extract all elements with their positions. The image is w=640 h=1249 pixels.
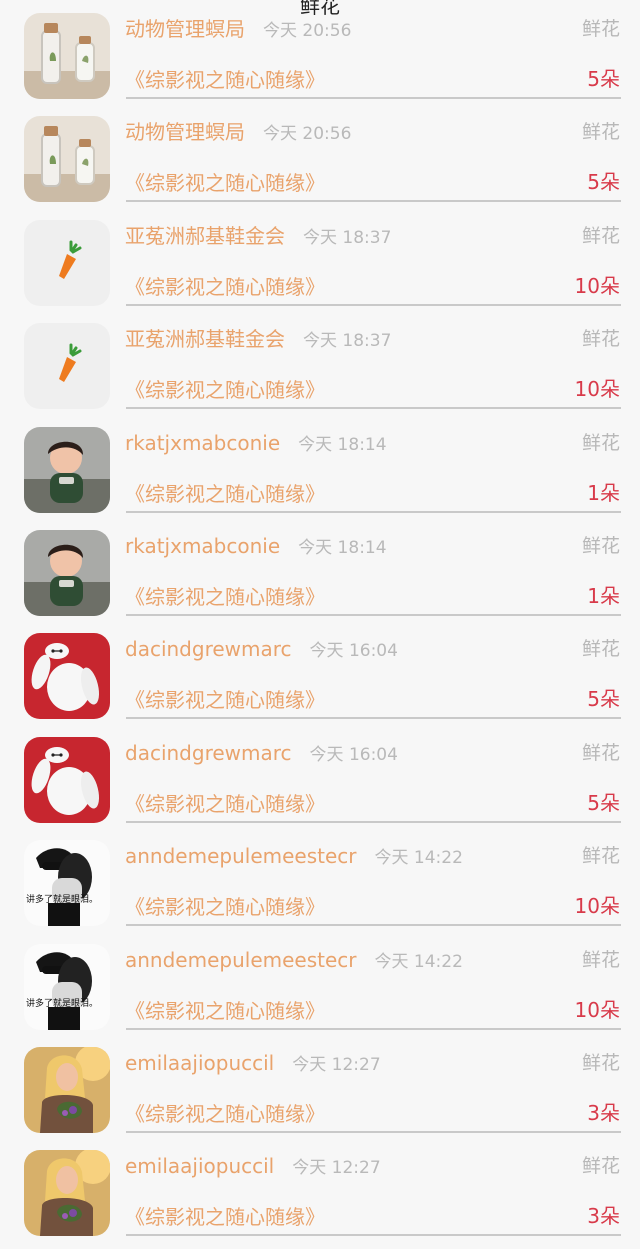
divider xyxy=(126,820,621,823)
gift-type: 鲜花 xyxy=(581,224,620,247)
time-label: 今天 18:37 xyxy=(303,331,392,352)
gift-type: 鲜花 xyxy=(581,741,620,764)
gift-type: 鲜花 xyxy=(581,845,620,868)
gift-type: 鲜花 xyxy=(581,121,620,144)
list-item[interactable]: 讲多了就是眼泪。 anndemepulemeestecr 今天 14:22 鲜花 … xyxy=(0,939,640,1042)
flower-count: 1朵 xyxy=(587,480,620,505)
list-item[interactable]: 亚菟洲郝基鞋金会 今天 18:37 鲜花 《综影视之随心随缘》 10朵 xyxy=(0,215,640,318)
kid-avatar xyxy=(24,426,110,513)
list-item[interactable]: 亚菟洲郝基鞋金会 今天 18:37 鲜花 《综影视之随心随缘》 10朵 xyxy=(0,318,640,421)
gift-type: 鲜花 xyxy=(581,534,620,557)
divider xyxy=(126,1027,621,1030)
gift-type: 鲜花 xyxy=(581,1155,620,1178)
flower-count: 5朵 xyxy=(587,170,620,195)
list-item[interactable]: dacindgrewmarc 今天 16:04 鲜花 《综影视之随心随缘》 5朵 xyxy=(0,628,640,731)
divider xyxy=(126,717,621,720)
divider xyxy=(126,200,621,203)
list-item[interactable]: rkatjxmabconie 今天 18:14 鲜花 《综影视之随心随缘》 1朵 xyxy=(0,422,640,525)
flower-count: 3朵 xyxy=(587,1204,620,1229)
divider xyxy=(126,924,621,927)
blonde-avatar xyxy=(24,1046,110,1133)
time-label: 今天 12:27 xyxy=(292,1158,381,1179)
book-title: 《综影视之随心随缘》 xyxy=(125,481,325,506)
gift-type: 鲜花 xyxy=(581,18,620,40)
list-item[interactable]: dacindgrewmarc 今天 16:04 鲜花 《综影视之随心随缘》 5朵 xyxy=(0,732,640,835)
mono-avatar: 讲多了就是眼泪。 xyxy=(24,840,110,927)
time-label: 今天 20:56 xyxy=(263,124,352,145)
carrot-avatar xyxy=(24,323,110,410)
kid-avatar xyxy=(24,529,110,616)
baymax-avatar xyxy=(24,633,110,720)
list-item[interactable]: emilaajiopuccil 今天 12:27 鲜花 《综影视之随心随缘》 3朵 xyxy=(0,1042,640,1145)
time-label: 今天 14:22 xyxy=(374,951,463,972)
user-name: anndemepulemeestecr 今天 14:22 xyxy=(125,947,463,972)
baymax-avatar xyxy=(24,736,110,823)
user-name: 动物管理螟局 今天 20:56 xyxy=(125,17,352,41)
user-name: emilaajiopuccil 今天 12:27 xyxy=(125,1050,381,1075)
gift-type: 鲜花 xyxy=(581,328,620,351)
divider xyxy=(126,1234,621,1237)
flower-count: 1朵 xyxy=(587,583,620,608)
book-title: 《综影视之随心随缘》 xyxy=(125,1205,325,1230)
user-name: 动物管理螟局 今天 20:56 xyxy=(125,120,352,145)
mono-avatar: 讲多了就是眼泪。 xyxy=(24,943,110,1030)
user-name: rkatjxmabconie 今天 18:14 xyxy=(125,430,387,455)
user-name: dacindgrewmarc 今天 16:04 xyxy=(125,740,398,765)
book-title: 《综影视之随心随缘》 xyxy=(125,171,325,196)
user-name: 亚菟洲郝基鞋金会 今天 18:37 xyxy=(125,223,392,248)
book-title: 《综影视之随心随缘》 xyxy=(125,274,325,299)
divider xyxy=(126,407,621,410)
flower-count: 10朵 xyxy=(574,894,620,919)
time-label: 今天 20:56 xyxy=(263,21,352,41)
gift-type: 鲜花 xyxy=(581,1051,620,1074)
jar-avatar xyxy=(24,13,110,99)
reward-list: 动物管理螟局 今天 20:56 鲜花 《综影视之随心随缘》 5朵 动物管理螟局 今天… xyxy=(0,8,640,1249)
flower-count: 10朵 xyxy=(574,273,620,298)
divider xyxy=(126,1130,621,1133)
jar-avatar xyxy=(24,116,110,203)
gift-type: 鲜花 xyxy=(581,431,620,454)
book-title: 《综影视之随心随缘》 xyxy=(125,895,325,920)
book-title: 《综影视之随心随缘》 xyxy=(125,68,325,92)
flower-count: 5朵 xyxy=(587,790,620,815)
user-name: 亚菟洲郝基鞋金会 今天 18:37 xyxy=(125,327,392,352)
user-name: dacindgrewmarc 今天 16:04 xyxy=(125,637,398,662)
flower-count: 10朵 xyxy=(574,377,620,402)
list-item[interactable]: 动物管理螟局 今天 20:56 鲜花 《综影视之随心随缘》 5朵 xyxy=(0,8,640,111)
divider xyxy=(126,97,621,99)
book-title: 《综影视之随心随缘》 xyxy=(125,1101,325,1126)
blonde-avatar xyxy=(24,1150,110,1237)
divider xyxy=(126,510,621,513)
time-label: 今天 12:27 xyxy=(292,1054,381,1075)
list-item[interactable]: rkatjxmabconie 今天 18:14 鲜花 《综影视之随心随缘》 1朵 xyxy=(0,525,640,628)
flower-count: 5朵 xyxy=(587,67,620,91)
svg-text:讲多了就是眼泪。: 讲多了就是眼泪。 xyxy=(26,893,98,905)
gift-type: 鲜花 xyxy=(581,638,620,661)
svg-text:讲多了就是眼泪。: 讲多了就是眼泪。 xyxy=(26,997,98,1009)
divider xyxy=(126,613,621,616)
user-name: emilaajiopuccil 今天 12:27 xyxy=(125,1154,381,1179)
list-item[interactable]: 动物管理螟局 今天 20:56 鲜花 《综影视之随心随缘》 5朵 xyxy=(0,111,640,214)
book-title: 《综影视之随心随缘》 xyxy=(125,688,325,713)
book-title: 《综影视之随心随缘》 xyxy=(125,791,325,816)
book-title: 《综影视之随心随缘》 xyxy=(125,378,325,403)
list-item[interactable]: 讲多了就是眼泪。 anndemepulemeestecr 今天 14:22 鲜花 … xyxy=(0,835,640,938)
time-label: 今天 16:04 xyxy=(309,744,398,765)
flower-count: 5朵 xyxy=(587,687,620,712)
user-name: rkatjxmabconie 今天 18:14 xyxy=(125,533,387,558)
flower-count: 3朵 xyxy=(587,1100,620,1125)
book-title: 《综影视之随心随缘》 xyxy=(125,998,325,1023)
user-name: anndemepulemeestecr 今天 14:22 xyxy=(125,844,463,869)
time-label: 今天 16:04 xyxy=(309,641,398,662)
list-item[interactable]: emilaajiopuccil 今天 12:27 鲜花 《综影视之随心随缘》 3朵 xyxy=(0,1145,640,1248)
divider xyxy=(126,303,621,306)
book-title: 《综影视之随心随缘》 xyxy=(125,584,325,609)
time-label: 今天 18:14 xyxy=(298,434,387,455)
time-label: 今天 18:14 xyxy=(298,537,387,558)
carrot-avatar xyxy=(24,219,110,306)
time-label: 今天 18:37 xyxy=(303,227,392,248)
flower-count: 10朵 xyxy=(574,997,620,1022)
time-label: 今天 14:22 xyxy=(374,848,463,869)
gift-type: 鲜花 xyxy=(581,948,620,971)
